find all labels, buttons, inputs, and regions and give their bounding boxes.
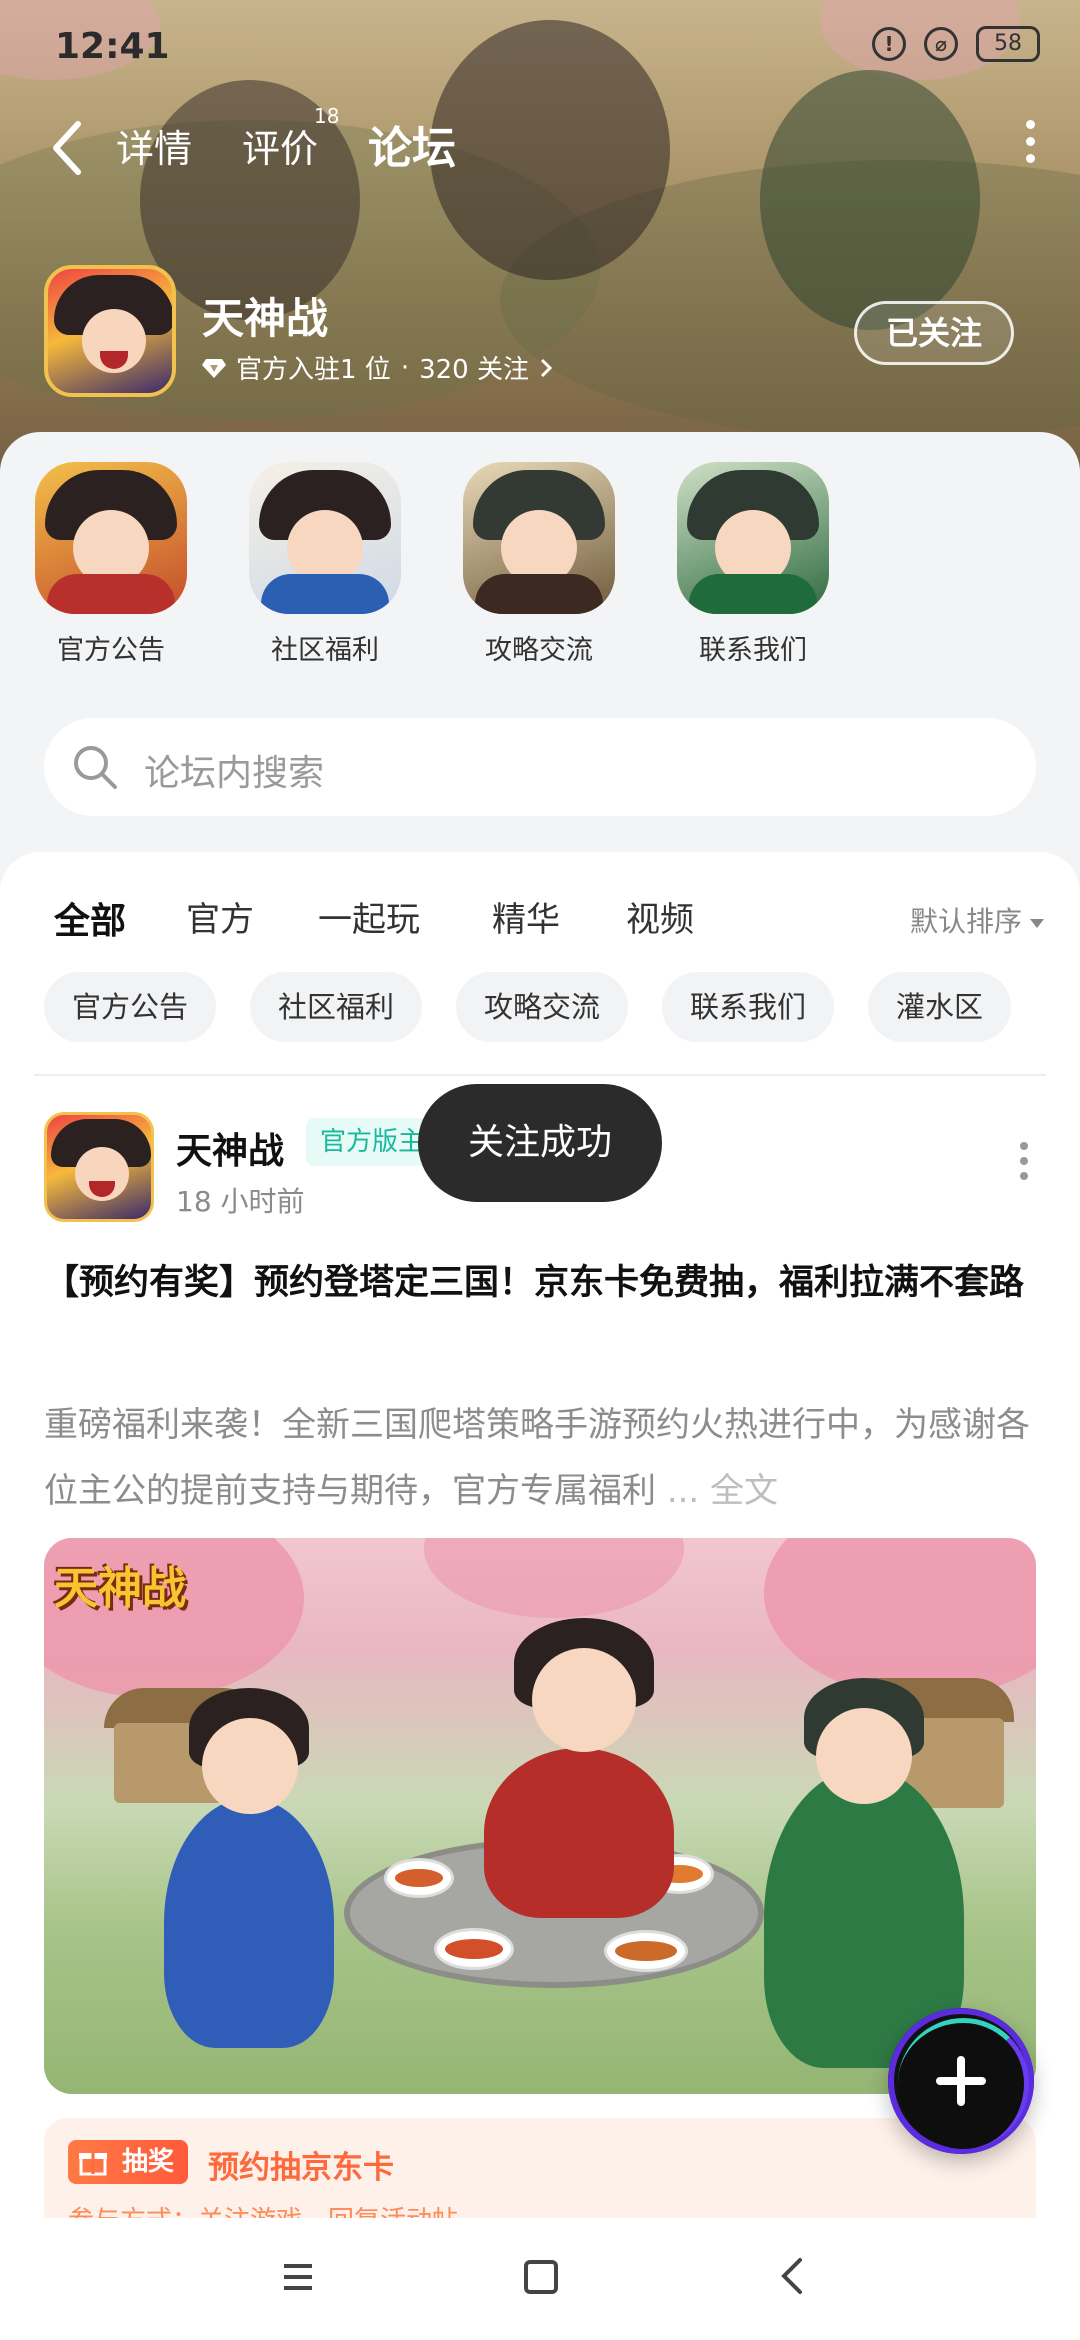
filter-tab-featured[interactable]: 精华 xyxy=(492,892,560,941)
create-post-button[interactable] xyxy=(888,2008,1034,2154)
sort-dropdown[interactable]: 默认排序 xyxy=(910,900,1044,940)
forum-meta[interactable]: 官方入驻1 位 · 320 关注 xyxy=(202,349,553,386)
filter-tab-video[interactable]: 视频 xyxy=(626,892,694,941)
following-button[interactable]: 已关注 xyxy=(854,301,1014,365)
meta-separator: · xyxy=(400,352,410,383)
tab-reviews[interactable]: 评价 xyxy=(242,118,318,173)
shortcut-label: 官方公告 xyxy=(57,635,165,666)
lottery-card[interactable]: 抽奖 预约抽京东卡 参与方式：关注游戏，回复活动帖 xyxy=(44,2118,1036,2218)
status-bar: 12:41 ! ⌀ 58 xyxy=(0,20,1080,80)
back-icon[interactable] xyxy=(776,2256,806,2296)
shortcut-label: 联系我们 xyxy=(699,635,807,666)
top-nav: 详情 评价 18 论坛 xyxy=(0,104,1080,190)
silent-mode-icon: ⌀ xyxy=(924,27,958,61)
shortcut-label: 社区福利 xyxy=(271,635,379,666)
tab-details[interactable]: 详情 xyxy=(116,118,192,173)
system-nav-bar xyxy=(0,2218,1080,2340)
chip-community-benefits[interactable]: 社区福利 xyxy=(250,972,423,1042)
game-logo-text: 天神战 xyxy=(54,1563,186,1614)
search-icon xyxy=(74,746,117,789)
menu-icon[interactable] xyxy=(282,2262,314,2292)
post-excerpt[interactable]: 重磅福利来袭！全新三国爬塔策略手游预约火热进行中，为感谢各位主公的提前支持与期待… xyxy=(44,1392,1044,1524)
sort-label: 默认排序 xyxy=(909,905,1022,938)
reviews-count-badge: 18 xyxy=(314,104,340,128)
read-more-link[interactable]: ... 全文 xyxy=(667,1471,778,1511)
chip-official-announcements[interactable]: 官方公告 xyxy=(44,972,217,1042)
tab-forum[interactable]: 论坛 xyxy=(368,112,456,182)
lottery-subtitle: 参与方式：关注游戏，回复活动帖 xyxy=(68,2200,458,2218)
chevron-right-icon xyxy=(540,358,553,377)
filter-tabs: 全部 官方 一起玩 精华 视频 默认排序 xyxy=(0,886,1080,956)
follower-count: 320 关注 xyxy=(419,355,529,385)
chip-contact-us[interactable]: 联系我们 xyxy=(662,972,835,1042)
chip-chat-zone[interactable]: 灌水区 xyxy=(868,972,1012,1042)
back-arrow-icon[interactable] xyxy=(50,118,90,178)
post-title[interactable]: 【预约有奖】预约登塔定三国！京东卡免费抽，福利拉满不套路 xyxy=(44,1252,1044,1314)
shortcut-community-benefits[interactable]: 社区福利 xyxy=(230,462,420,667)
diamond-icon xyxy=(202,358,226,378)
author-avatar[interactable] xyxy=(44,1112,154,1222)
tab-forum-label: 论坛 xyxy=(368,123,456,174)
filter-tab-label: 全部 xyxy=(54,901,127,942)
strategy-avatar xyxy=(463,462,615,614)
shortcut-label: 攻略交流 xyxy=(485,635,593,666)
more-options-icon[interactable] xyxy=(1026,120,1036,170)
excerpt-text: 重磅福利来袭！全新三国爬塔策略手游预约火热进行中，为感谢各位主公的提前支持与期待… xyxy=(44,1405,1030,1511)
shortcut-official-announcements[interactable]: 官方公告 xyxy=(16,462,206,667)
forum-name: 天神战 xyxy=(202,294,329,343)
shortcut-row: 官方公告 社区福利 攻略交流 联系我们 xyxy=(0,462,1080,692)
shortcut-strategy-exchange[interactable]: 攻略交流 xyxy=(444,462,634,667)
divider xyxy=(34,1074,1046,1076)
announcement-avatar xyxy=(35,462,187,614)
shortcut-contact-us[interactable]: 联系我们 xyxy=(658,462,848,667)
lottery-title: 预约抽京东卡 xyxy=(208,2150,394,2186)
status-time: 12:41 xyxy=(55,26,170,67)
filter-tab-official[interactable]: 官方 xyxy=(186,892,254,941)
caret-down-icon xyxy=(1030,918,1044,928)
search-placeholder: 论坛内搜索 xyxy=(144,753,325,794)
home-icon[interactable] xyxy=(524,2260,558,2294)
filter-tab-all[interactable]: 全部 xyxy=(54,892,127,948)
alert-icon: ! xyxy=(872,27,906,61)
category-chips: 官方公告 社区福利 攻略交流 联系我们 灌水区 xyxy=(44,972,1044,1042)
gift-icon xyxy=(79,2153,107,2176)
post-time: 18 小时前 xyxy=(176,1185,305,1218)
plus-icon xyxy=(936,2056,986,2106)
toast-message: 关注成功 xyxy=(418,1084,662,1202)
post-more-icon[interactable] xyxy=(1020,1142,1030,1182)
post-image[interactable]: 天神战 xyxy=(44,1538,1036,2094)
post-author[interactable]: 天神战 xyxy=(176,1122,284,1174)
official-count: 官方入驻1 位 xyxy=(236,355,391,385)
benefits-avatar xyxy=(249,462,401,614)
contact-avatar xyxy=(677,462,829,614)
battery-icon: 58 xyxy=(976,26,1040,62)
forum-logo xyxy=(44,265,176,397)
forum-search-input[interactable]: 论坛内搜索 xyxy=(44,718,1036,816)
forum-info: 天神战 官方入驻1 位 · 320 关注 已关注 xyxy=(44,265,1044,405)
chip-strategy-exchange[interactable]: 攻略交流 xyxy=(456,972,629,1042)
filter-tab-play-together[interactable]: 一起玩 xyxy=(318,892,420,941)
